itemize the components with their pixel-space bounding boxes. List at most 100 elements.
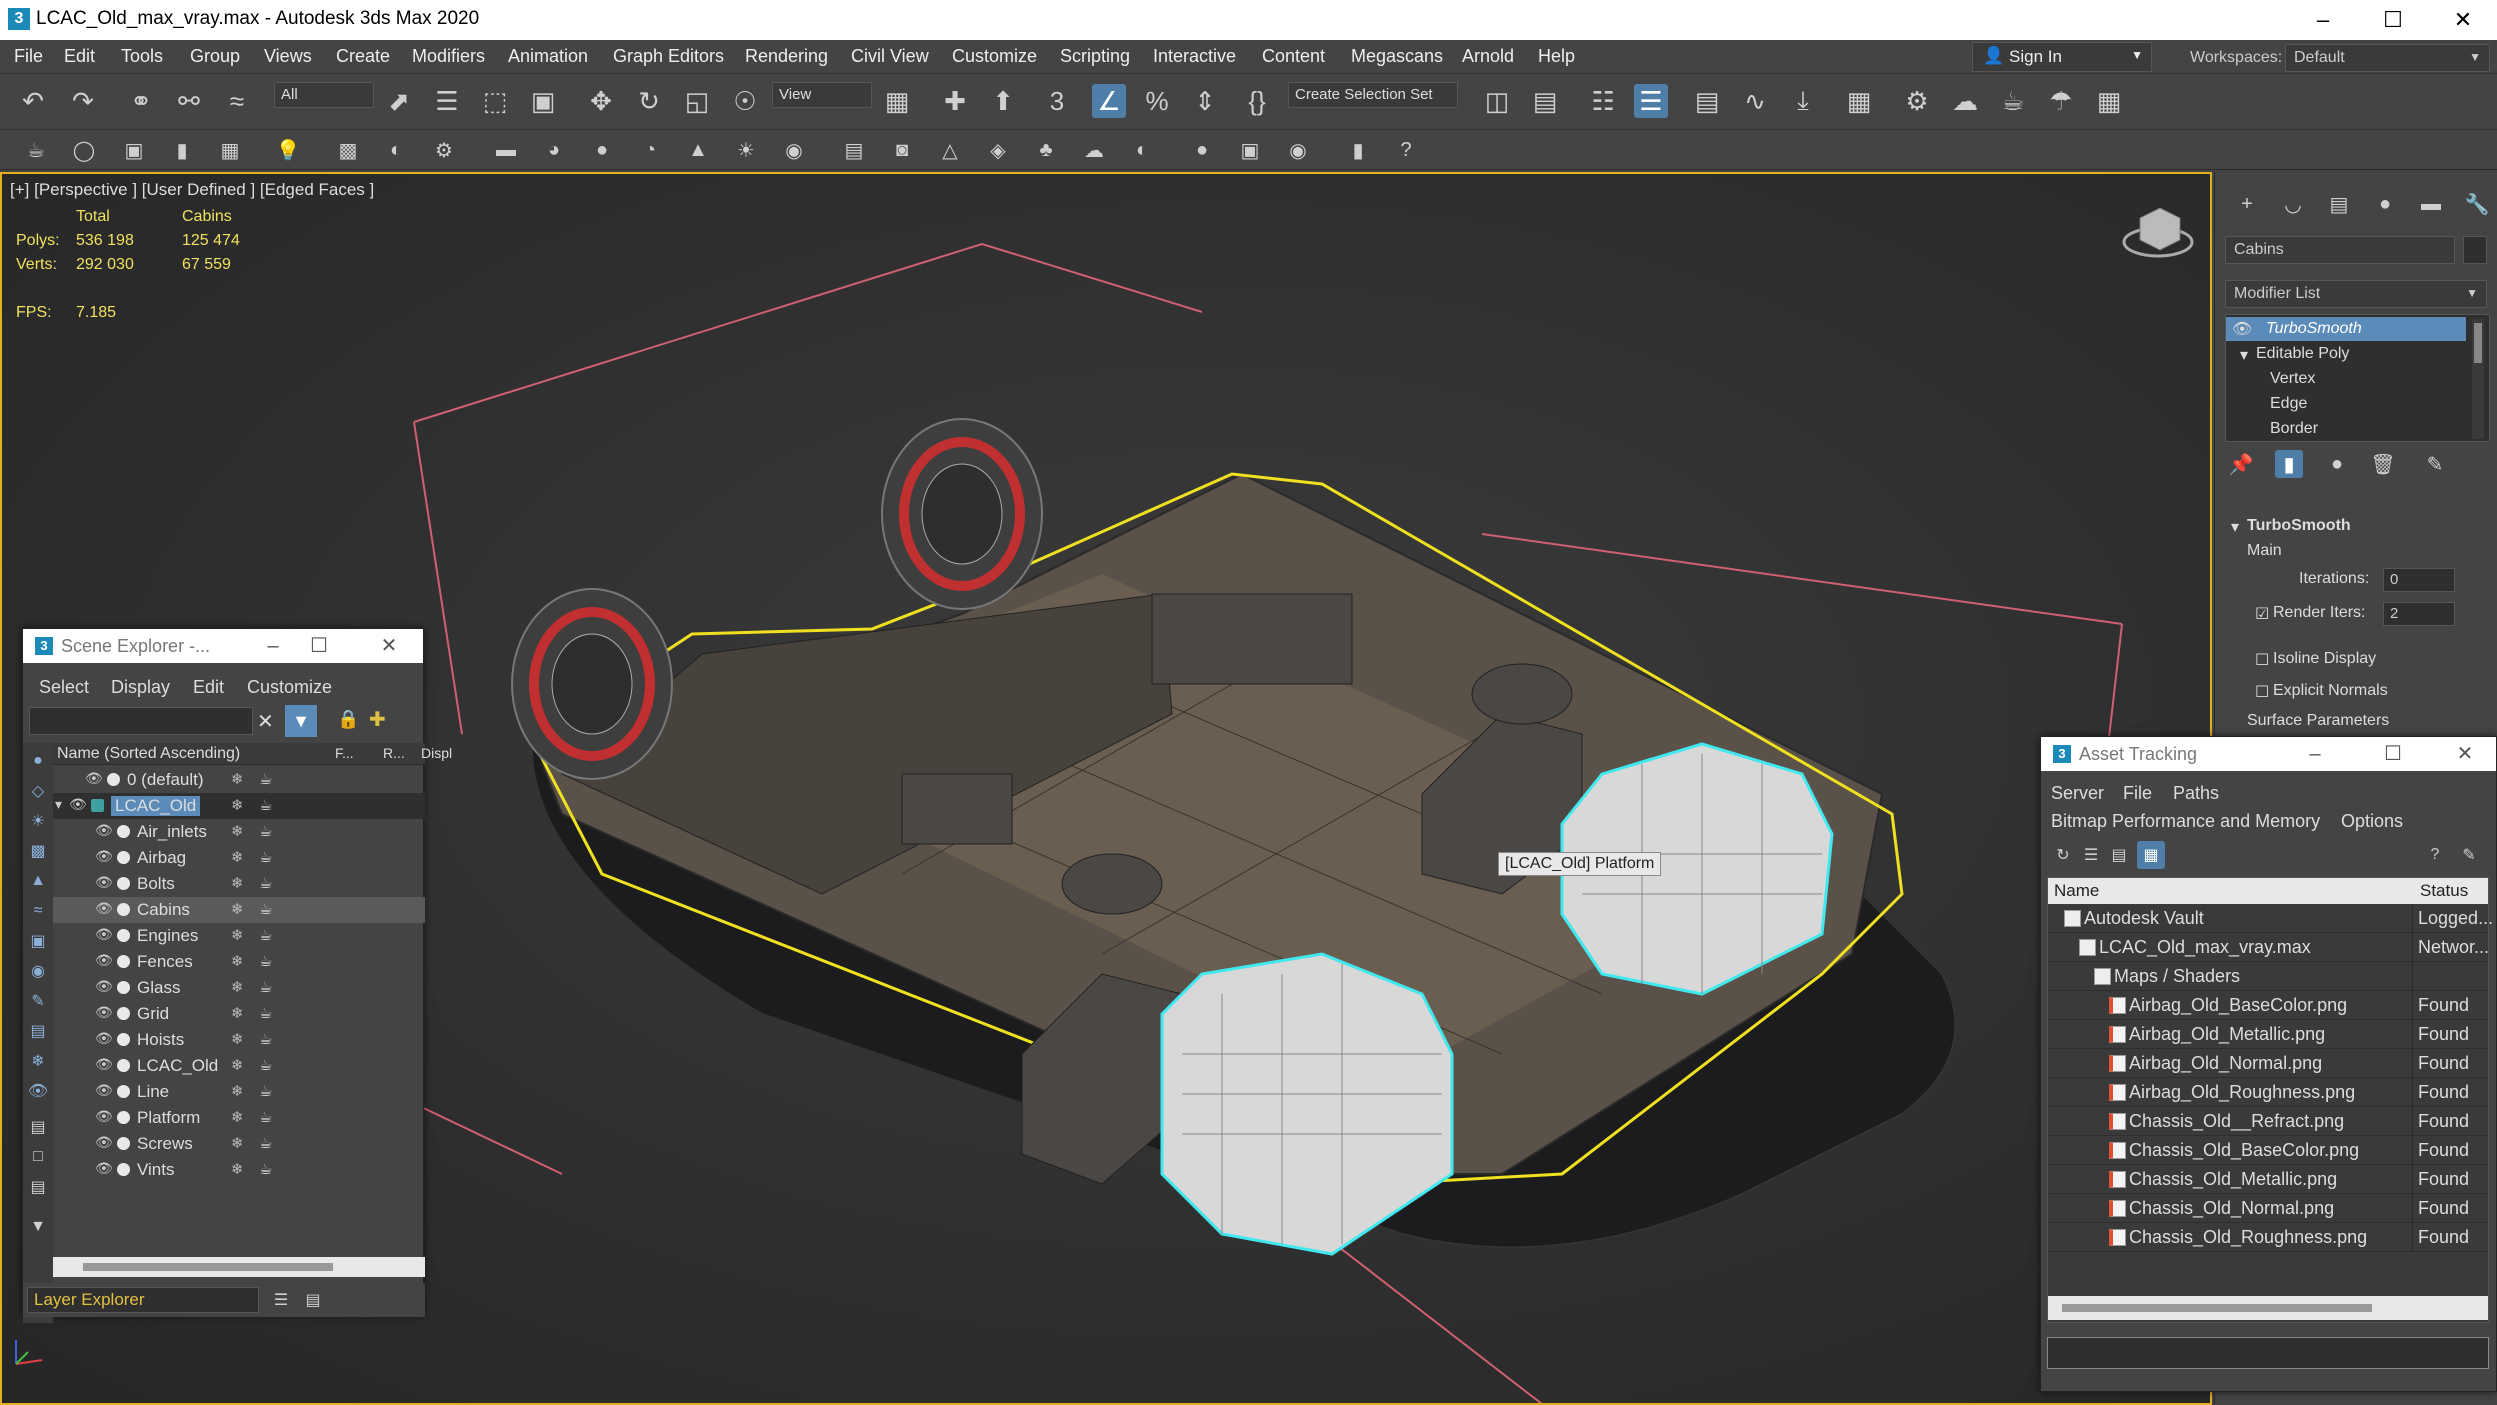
filter-funnel-icon[interactable]: ▼ [24, 1213, 52, 1241]
vray-proxy-icon[interactable]: ◙ [888, 136, 916, 164]
se-menu-select[interactable]: Select [39, 677, 89, 698]
visibility-eye-icon[interactable]: 👁 [95, 874, 113, 891]
a360-gallery-icon[interactable]: ▦ [2092, 84, 2126, 118]
vray-scene-icon[interactable]: ◐ [1128, 136, 1156, 164]
remove-modifier-icon[interactable]: 🗑 [2369, 450, 2397, 478]
visibility-eye-icon[interactable]: 👁 [95, 1030, 113, 1047]
filter-icon[interactable]: ▼ [285, 705, 317, 737]
teapot-icon[interactable]: ☕ [22, 136, 50, 164]
vray-render-icon[interactable]: ▣ [1236, 136, 1264, 164]
renderable-teapot-icon[interactable]: ☕ [259, 1108, 272, 1126]
visibility-eye-icon[interactable]: 👁 [95, 848, 113, 865]
visibility-eye-icon[interactable]: 👁 [95, 1160, 113, 1177]
at-menu-options[interactable]: Options [2341, 811, 2403, 832]
visibility-eye-icon[interactable]: 👁 [69, 796, 87, 813]
vray-plane-icon[interactable]: △ [936, 136, 964, 164]
add-layer-icon[interactable]: ✚ [369, 707, 386, 732]
se-row[interactable]: 👁 Airbag ❄ ☕ [53, 845, 425, 871]
rotate-icon[interactable]: ↻ [632, 84, 666, 118]
plane-icon[interactable]: ▦ [216, 136, 244, 164]
display-helpers-icon[interactable]: ▲ [24, 867, 52, 895]
camera-icon[interactable]: ▩ [334, 136, 362, 164]
se-row[interactable]: 👁 Hoists ❄ ☕ [53, 1027, 425, 1053]
col-asset-name-header[interactable]: Name [2054, 881, 2099, 901]
scene-explorer-toggle-icon[interactable]: ☷ [1586, 84, 1620, 118]
minimize-button[interactable]: – [2295, 4, 2351, 36]
freeze-icon[interactable]: ❄ [231, 926, 244, 944]
menu-customize[interactable]: Customize [952, 46, 1037, 67]
disc-light-icon[interactable]: ◔ [636, 136, 664, 164]
visibility-eye-icon[interactable]: 👁 [95, 822, 113, 839]
renderable-teapot-icon[interactable]: ☕ [259, 770, 272, 788]
freeze-icon[interactable]: ❄ [231, 796, 244, 814]
helper-icon[interactable]: ◐ [382, 136, 410, 164]
reference-coordinate-dropdown[interactable]: View [772, 82, 872, 108]
close-button[interactable]: ✕ [2443, 739, 2487, 769]
turbosmooth-rollout-title[interactable]: TurboSmooth [2247, 517, 2351, 535]
renderable-teapot-icon[interactable]: ☕ [259, 874, 272, 892]
render-iters-checkbox[interactable]: ☑ [2255, 604, 2269, 624]
dome-icon[interactable]: ◕ [540, 136, 568, 164]
workspaces-dropdown[interactable]: Default ▼ [2285, 44, 2490, 72]
renderable-teapot-icon[interactable]: ☕ [259, 926, 272, 944]
hierarchy-icon[interactable]: ▤ [299, 1286, 327, 1314]
display-shapes-icon[interactable]: ◇ [24, 777, 52, 805]
display-spacewarps-icon[interactable]: ≈ [24, 897, 52, 925]
vray-mesh-icon[interactable]: ☁ [1080, 136, 1108, 164]
window-crossing-icon[interactable]: ▣ [526, 84, 560, 118]
menu-civil-view[interactable]: Civil View [851, 46, 929, 67]
freeze-icon[interactable]: ❄ [231, 822, 244, 840]
menu-create[interactable]: Create [336, 46, 390, 67]
lock-icon[interactable]: 🔒 [337, 709, 359, 730]
object-color-swatch[interactable] [2463, 236, 2487, 264]
menu-scripting[interactable]: Scripting [1060, 46, 1130, 67]
asset-row[interactable]: Autodesk Vault Logged... [2048, 904, 2493, 933]
se-row[interactable]: 👁 Engines ❄ ☕ [53, 923, 425, 949]
eye-icon[interactable]: 👁 [2232, 319, 2252, 339]
freeze-icon[interactable]: ❄ [231, 770, 244, 788]
asset-row[interactable]: Airbag_Old_BaseColor.png Found [2048, 991, 2488, 1020]
minimize-button[interactable]: – [2293, 739, 2337, 769]
cylinder-icon[interactable]: ▮ [168, 136, 196, 164]
rect-shape-icon[interactable]: ▬ [492, 136, 520, 164]
sun-icon[interactable]: ☀ [732, 136, 760, 164]
vray-material-icon[interactable]: ● [1188, 136, 1216, 164]
menu-tools[interactable]: Tools [121, 46, 163, 67]
freeze-icon[interactable]: ❄ [231, 1004, 244, 1022]
sphere-icon[interactable]: ● [588, 136, 616, 164]
material-editor-icon[interactable]: ▦ [1842, 84, 1876, 118]
select-by-name-icon[interactable]: ☰ [430, 84, 464, 118]
renderable-teapot-icon[interactable]: ☕ [259, 1030, 272, 1048]
light-icon[interactable]: 💡 [274, 136, 302, 164]
modify-tab-icon[interactable]: ◡ [2279, 190, 2307, 218]
vray-clipper-icon[interactable]: ♣ [1032, 136, 1060, 164]
display-invert-icon[interactable]: ▤ [24, 1173, 52, 1201]
display-frozen-icon[interactable]: ❄ [24, 1047, 52, 1075]
asset-row[interactable]: Maps / Shaders [2048, 962, 2488, 991]
renderable-teapot-icon[interactable]: ☕ [259, 1134, 272, 1152]
asset-row[interactable]: Chassis_Old_Normal.png Found [2048, 1194, 2488, 1223]
visibility-eye-icon[interactable]: 👁 [95, 1108, 113, 1125]
list-view-icon[interactable]: ☰ [2077, 841, 2105, 869]
object-name-field[interactable]: Cabins [2225, 236, 2455, 264]
curve-editor-icon[interactable]: ∿ [1738, 84, 1772, 118]
torus-icon[interactable]: ◯ [70, 136, 98, 164]
ribbon-toggle-icon[interactable]: ▤ [1690, 84, 1724, 118]
menu-animation[interactable]: Animation [508, 46, 588, 67]
create-tab-icon[interactable]: + [2233, 190, 2261, 218]
iterations-spinner[interactable]: 0 [2383, 568, 2455, 592]
spinner-snap-icon[interactable]: ⇕ [1188, 84, 1222, 118]
highlight-icon[interactable]: ✎ [2455, 841, 2483, 869]
vray-toolbar-icon[interactable]: ▮ [1344, 136, 1372, 164]
render-setup-icon[interactable]: ⚙ [1900, 84, 1934, 118]
tree-view-icon[interactable]: ▤ [2105, 841, 2133, 869]
asset-row[interactable]: Chassis_Old_Metallic.png Found [2048, 1165, 2488, 1194]
menu-modifiers[interactable]: Modifiers [412, 46, 485, 67]
asset-row[interactable]: Chassis_Old_BaseColor.png Found [2048, 1136, 2488, 1165]
display-groups-icon[interactable]: ▣ [24, 927, 52, 955]
motion-tab-icon[interactable]: ● [2371, 190, 2399, 218]
se-search-input[interactable] [29, 707, 253, 735]
col-freeze-header[interactable]: F... [335, 745, 354, 761]
stack-item-turbosmooth[interactable]: 👁 TurboSmooth [2226, 317, 2466, 341]
percent-snap-icon[interactable]: % [1140, 84, 1174, 118]
